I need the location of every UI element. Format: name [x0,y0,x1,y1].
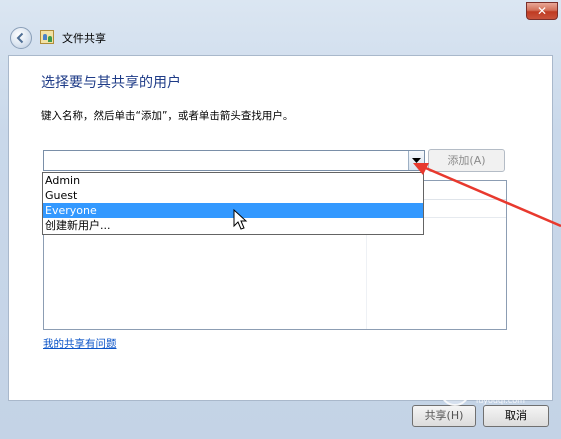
page-heading: 选择要与其共享的用户 [41,75,181,91]
dropdown-option-guest[interactable]: Guest [43,188,423,203]
file-sharing-icon [40,30,54,44]
dropdown-option-everyone[interactable]: Everyone [43,203,423,218]
chevron-down-icon [412,158,421,163]
dropdown-option-admin[interactable]: Admin [43,173,423,188]
watermark-subtext: luyouqi.com [476,396,525,405]
watermark: 路由器 luyouqi.com [440,372,558,412]
add-button[interactable]: 添加(A) [428,149,505,172]
user-dropdown-list[interactable]: Admin Guest Everyone 创建新用户... [42,172,424,235]
user-name-combobox[interactable] [43,150,425,171]
back-button[interactable] [10,27,32,49]
dropdown-option-create-user[interactable]: 创建新用户... [43,218,423,233]
back-arrow-icon [16,32,24,44]
instruction-text: 键入名称，然后单击“添加”，或者单击箭头查找用户。 [41,110,294,122]
navigation-bar: 文件共享 [0,22,561,54]
sharing-help-link[interactable]: 我的共享有问题 [43,336,117,351]
watermark-text: 路由器 [476,376,536,397]
close-button[interactable]: ✕ [526,2,558,20]
dropdown-toggle-button[interactable] [408,151,424,170]
close-icon: ✕ [536,4,548,18]
router-logo-icon [440,376,470,406]
user-name-input[interactable] [46,152,406,169]
window-title: 文件共享 [62,32,106,45]
